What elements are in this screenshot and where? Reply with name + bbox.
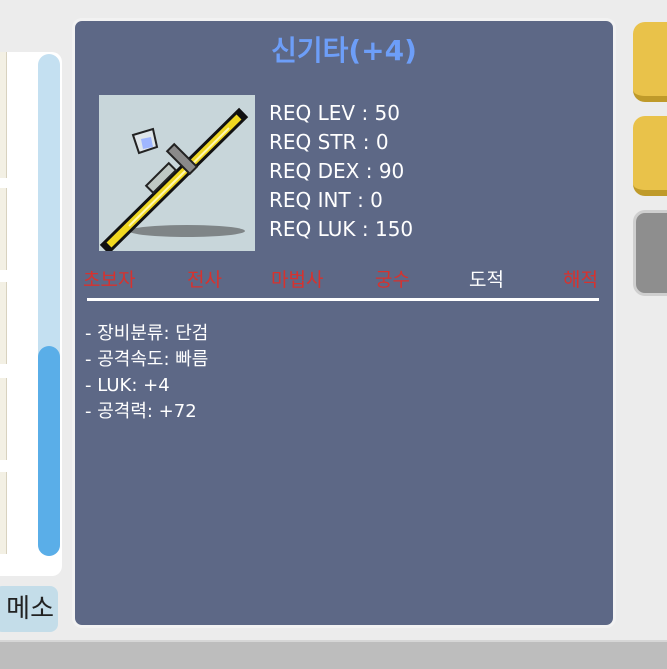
side-button-3[interactable] [633, 210, 667, 296]
side-button-1[interactable] [633, 22, 667, 102]
stat-attack-speed: - 공격속도: 빠름 [85, 349, 209, 370]
inventory-slot[interactable] [0, 282, 7, 364]
stat-category: - 장비분류: 단검 [85, 323, 209, 344]
item-stats: - 장비분류: 단검 - 공격속도: 빠름 - LUK: +4 - 공격력: +… [85, 321, 208, 425]
req-int: REQ INT : 0 [269, 188, 383, 212]
inventory-scrollbar-thumb[interactable] [38, 346, 60, 556]
bottom-bar [0, 640, 667, 669]
job-warrior: 전사 [187, 269, 222, 291]
job-pirate: 해적 [563, 269, 598, 291]
dagger-weapon-icon [99, 107, 249, 255]
req-dex: REQ DEX : 90 [269, 159, 405, 183]
job-list: 초보자 전사 마법사 궁수 도적 해적 [83, 265, 603, 295]
side-button-2[interactable] [633, 116, 667, 196]
tooltip-divider [87, 298, 599, 301]
stat-luk: - LUK: +4 [85, 375, 170, 396]
req-luk: REQ LUK : 150 [269, 217, 414, 241]
item-icon-frame [99, 95, 255, 255]
meso-label[interactable]: 메소 [0, 586, 58, 632]
item-tooltip: 신기타(+4) REQ LEV : 50 REQ STR : 0 REQ DEX… [72, 18, 616, 628]
inventory-slot[interactable] [0, 96, 7, 178]
job-thief: 도적 [469, 269, 504, 291]
req-level: REQ LEV : 50 [269, 101, 400, 125]
req-str: REQ STR : 0 [269, 130, 389, 154]
job-archer: 궁수 [375, 269, 410, 291]
inventory-slot[interactable] [0, 472, 7, 554]
job-magician: 마법사 [271, 269, 324, 291]
requirement-list: REQ LEV : 50 REQ STR : 0 REQ DEX : 90 RE… [269, 99, 413, 244]
item-name: 신기타(+4) [271, 34, 417, 67]
inventory-slot[interactable] [0, 188, 7, 270]
stat-attack: - 공격력: +72 [85, 401, 197, 422]
job-beginner: 초보자 [83, 269, 136, 291]
inventory-slot[interactable] [0, 378, 7, 460]
